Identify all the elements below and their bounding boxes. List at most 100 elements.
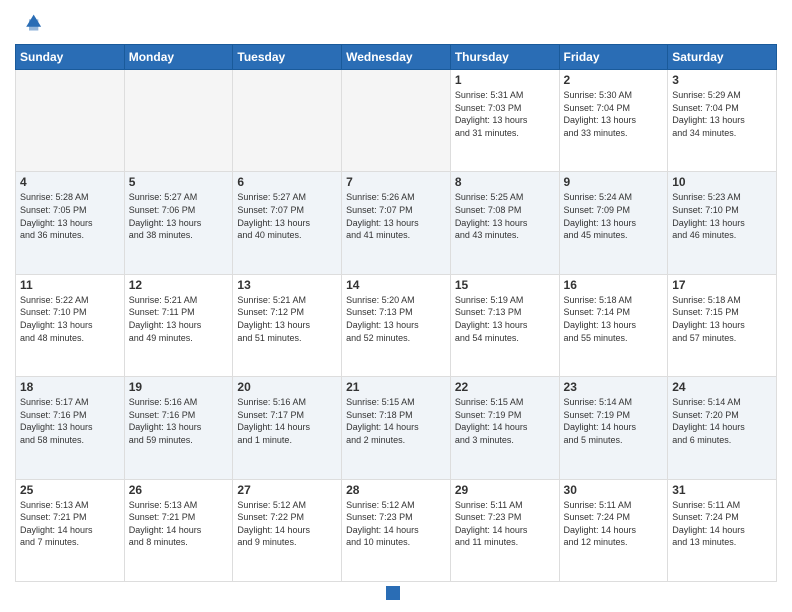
day-info: Sunrise: 5:24 AM Sunset: 7:09 PM Dayligh… (564, 191, 664, 241)
day-number: 23 (564, 380, 664, 394)
day-number: 9 (564, 175, 664, 189)
day-info: Sunrise: 5:15 AM Sunset: 7:18 PM Dayligh… (346, 396, 446, 446)
day-number: 21 (346, 380, 446, 394)
calendar-cell: 12 Sunrise: 5:21 AM Sunset: 7:11 PM Dayli… (124, 274, 233, 376)
calendar-cell: 23 Sunrise: 5:14 AM Sunset: 7:19 PM Dayli… (559, 377, 668, 479)
calendar-cell: 7 Sunrise: 5:26 AM Sunset: 7:07 PM Daylig… (342, 172, 451, 274)
calendar-cell: 15 Sunrise: 5:19 AM Sunset: 7:13 PM Dayli… (450, 274, 559, 376)
day-number: 4 (20, 175, 120, 189)
day-number: 7 (346, 175, 446, 189)
calendar-cell: 1Sunrise: 5:31 AM Sunset: 7:03 PM Daylig… (450, 70, 559, 172)
day-number: 10 (672, 175, 772, 189)
calendar-cell: 17Sunrise: 5:18 AM Sunset: 7:15 PM Dayli… (668, 274, 777, 376)
day-number: 16 (564, 278, 664, 292)
weekday-header-thursday: Thursday (450, 45, 559, 70)
day-info: Sunrise: 5:15 AM Sunset: 7:19 PM Dayligh… (455, 396, 555, 446)
calendar-cell: 20 Sunrise: 5:16 AM Sunset: 7:17 PM Dayli… (233, 377, 342, 479)
day-info: Sunrise: 5:20 AM Sunset: 7:13 PM Dayligh… (346, 294, 446, 344)
day-number: 11 (20, 278, 120, 292)
day-info: Sunrise: 5:13 AM Sunset: 7:21 PM Dayligh… (129, 499, 229, 549)
calendar-cell (16, 70, 125, 172)
day-number: 6 (237, 175, 337, 189)
calendar-cell: 21 Sunrise: 5:15 AM Sunset: 7:18 PM Dayli… (342, 377, 451, 479)
day-number: 29 (455, 483, 555, 497)
calendar-cell: 28 Sunrise: 5:12 AM Sunset: 7:23 PM Dayli… (342, 479, 451, 581)
day-info: Sunrise: 5:26 AM Sunset: 7:07 PM Dayligh… (346, 191, 446, 241)
weekday-header-saturday: Saturday (668, 45, 777, 70)
logo-icon (15, 10, 43, 38)
calendar-cell: 10 Sunrise: 5:23 AM Sunset: 7:10 PM Dayli… (668, 172, 777, 274)
footer-color-box (386, 586, 400, 600)
calendar-cell: 25 Sunrise: 5:13 AM Sunset: 7:21 PM Dayli… (16, 479, 125, 581)
calendar-cell: 19 Sunrise: 5:16 AM Sunset: 7:16 PM Dayli… (124, 377, 233, 479)
logo (15, 10, 47, 38)
day-info: Sunrise: 5:22 AM Sunset: 7:10 PM Dayligh… (20, 294, 120, 344)
day-number: 20 (237, 380, 337, 394)
day-number: 24 (672, 380, 772, 394)
calendar-table: SundayMondayTuesdayWednesdayThursdayFrid… (15, 44, 777, 582)
weekday-header-tuesday: Tuesday (233, 45, 342, 70)
day-info: Sunrise: 5:17 AM Sunset: 7:16 PM Dayligh… (20, 396, 120, 446)
day-info: Sunrise: 5:12 AM Sunset: 7:23 PM Dayligh… (346, 499, 446, 549)
day-number: 19 (129, 380, 229, 394)
day-number: 2 (564, 73, 664, 87)
day-number: 13 (237, 278, 337, 292)
day-number: 12 (129, 278, 229, 292)
calendar-cell (233, 70, 342, 172)
calendar-week-1: 1Sunrise: 5:31 AM Sunset: 7:03 PM Daylig… (16, 70, 777, 172)
day-info: Sunrise: 5:21 AM Sunset: 7:12 PM Dayligh… (237, 294, 337, 344)
calendar-cell: 29 Sunrise: 5:11 AM Sunset: 7:23 PM Dayli… (450, 479, 559, 581)
calendar-cell: 27Sunrise: 5:12 AM Sunset: 7:22 PM Dayli… (233, 479, 342, 581)
calendar-cell: 2 Sunrise: 5:30 AM Sunset: 7:04 PM Daylig… (559, 70, 668, 172)
calendar-cell: 5Sunrise: 5:27 AM Sunset: 7:06 PM Daylig… (124, 172, 233, 274)
day-info: Sunrise: 5:14 AM Sunset: 7:19 PM Dayligh… (564, 396, 664, 446)
calendar-cell: 14 Sunrise: 5:20 AM Sunset: 7:13 PM Dayli… (342, 274, 451, 376)
calendar-cell: 13 Sunrise: 5:21 AM Sunset: 7:12 PM Dayli… (233, 274, 342, 376)
footer (15, 582, 777, 602)
day-number: 15 (455, 278, 555, 292)
header (15, 10, 777, 38)
calendar-cell (342, 70, 451, 172)
weekday-header-row: SundayMondayTuesdayWednesdayThursdayFrid… (16, 45, 777, 70)
calendar-week-5: 25 Sunrise: 5:13 AM Sunset: 7:21 PM Dayli… (16, 479, 777, 581)
calendar-week-4: 18Sunrise: 5:17 AM Sunset: 7:16 PM Dayli… (16, 377, 777, 479)
day-info: Sunrise: 5:16 AM Sunset: 7:17 PM Dayligh… (237, 396, 337, 446)
day-info: Sunrise: 5:30 AM Sunset: 7:04 PM Dayligh… (564, 89, 664, 139)
day-number: 14 (346, 278, 446, 292)
day-info: Sunrise: 5:11 AM Sunset: 7:23 PM Dayligh… (455, 499, 555, 549)
day-info: Sunrise: 5:13 AM Sunset: 7:21 PM Dayligh… (20, 499, 120, 549)
day-info: Sunrise: 5:12 AM Sunset: 7:22 PM Dayligh… (237, 499, 337, 549)
day-number: 8 (455, 175, 555, 189)
day-number: 30 (564, 483, 664, 497)
day-number: 28 (346, 483, 446, 497)
weekday-header-sunday: Sunday (16, 45, 125, 70)
day-info: Sunrise: 5:31 AM Sunset: 7:03 PM Dayligh… (455, 89, 555, 139)
day-info: Sunrise: 5:11 AM Sunset: 7:24 PM Dayligh… (672, 499, 772, 549)
calendar-cell: 6 Sunrise: 5:27 AM Sunset: 7:07 PM Daylig… (233, 172, 342, 274)
calendar-cell: 4 Sunrise: 5:28 AM Sunset: 7:05 PM Daylig… (16, 172, 125, 274)
day-info: Sunrise: 5:11 AM Sunset: 7:24 PM Dayligh… (564, 499, 664, 549)
day-number: 22 (455, 380, 555, 394)
calendar-cell: 18Sunrise: 5:17 AM Sunset: 7:16 PM Dayli… (16, 377, 125, 479)
day-info: Sunrise: 5:29 AM Sunset: 7:04 PM Dayligh… (672, 89, 772, 139)
day-info: Sunrise: 5:28 AM Sunset: 7:05 PM Dayligh… (20, 191, 120, 241)
day-info: Sunrise: 5:14 AM Sunset: 7:20 PM Dayligh… (672, 396, 772, 446)
weekday-header-friday: Friday (559, 45, 668, 70)
day-info: Sunrise: 5:25 AM Sunset: 7:08 PM Dayligh… (455, 191, 555, 241)
calendar-week-2: 4 Sunrise: 5:28 AM Sunset: 7:05 PM Daylig… (16, 172, 777, 274)
day-number: 26 (129, 483, 229, 497)
day-info: Sunrise: 5:16 AM Sunset: 7:16 PM Dayligh… (129, 396, 229, 446)
day-info: Sunrise: 5:21 AM Sunset: 7:11 PM Dayligh… (129, 294, 229, 344)
calendar-cell: 11 Sunrise: 5:22 AM Sunset: 7:10 PM Dayli… (16, 274, 125, 376)
day-info: Sunrise: 5:27 AM Sunset: 7:07 PM Dayligh… (237, 191, 337, 241)
day-info: Sunrise: 5:19 AM Sunset: 7:13 PM Dayligh… (455, 294, 555, 344)
day-info: Sunrise: 5:18 AM Sunset: 7:14 PM Dayligh… (564, 294, 664, 344)
day-info: Sunrise: 5:23 AM Sunset: 7:10 PM Dayligh… (672, 191, 772, 241)
day-number: 25 (20, 483, 120, 497)
weekday-header-monday: Monday (124, 45, 233, 70)
calendar-cell: 9 Sunrise: 5:24 AM Sunset: 7:09 PM Daylig… (559, 172, 668, 274)
calendar-week-3: 11 Sunrise: 5:22 AM Sunset: 7:10 PM Dayli… (16, 274, 777, 376)
calendar-cell: 22 Sunrise: 5:15 AM Sunset: 7:19 PM Dayli… (450, 377, 559, 479)
day-number: 17 (672, 278, 772, 292)
calendar-cell: 30 Sunrise: 5:11 AM Sunset: 7:24 PM Dayli… (559, 479, 668, 581)
